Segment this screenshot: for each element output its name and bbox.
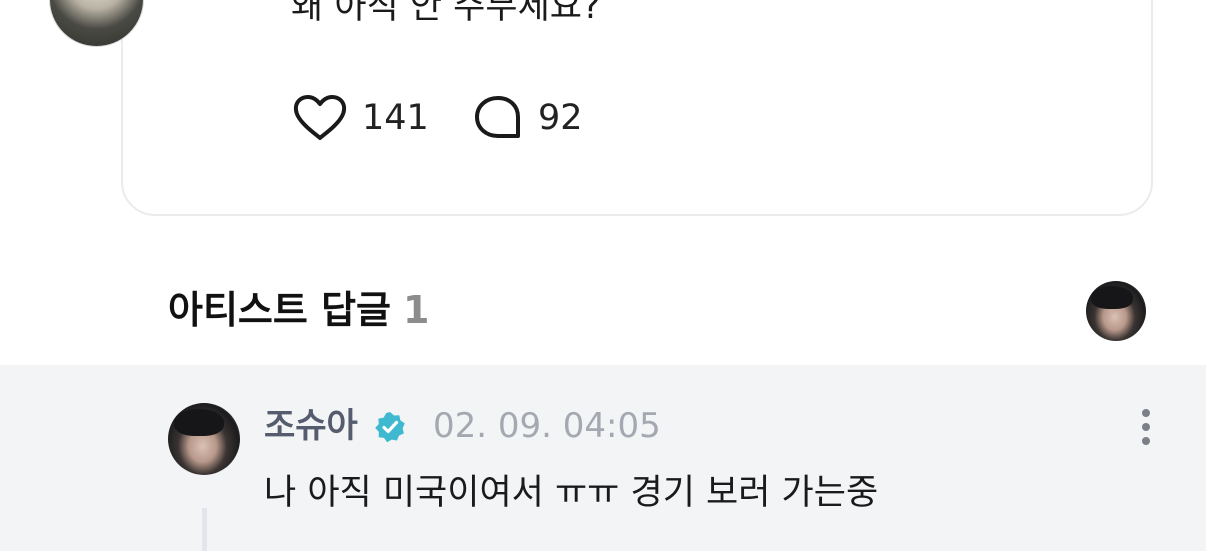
- artist-avatar[interactable]: [1086, 281, 1146, 341]
- like-count: 141: [362, 98, 429, 138]
- reply-author-name[interactable]: 조슈아: [264, 401, 358, 451]
- artist-replies-title: 아티스트 답글: [168, 288, 391, 332]
- heart-icon: [293, 95, 347, 140]
- artist-reply-item: 조슈아 02. 09. 04:05 나 아직 미국이여서 ㅠㅠ 경기 보러 가는…: [0, 365, 1206, 551]
- reply-author-avatar[interactable]: [168, 403, 240, 475]
- comment-count: 92: [538, 98, 583, 138]
- artist-replies-count: 1: [403, 288, 430, 332]
- thread-connector-line: [202, 508, 207, 551]
- artist-replies-heading: 아티스트 답글 1: [168, 283, 429, 337]
- more-options-button[interactable]: [1129, 405, 1163, 449]
- like-button[interactable]: 141: [292, 90, 429, 146]
- post-card: 왜 아직 안 주무세요? 141 92: [121, 0, 1153, 216]
- post-text: 왜 아직 안 주무세요?: [291, 0, 601, 27]
- speech-bubble-icon: [475, 96, 520, 138]
- reply-timestamp: 02. 09. 04:05: [433, 406, 661, 446]
- verified-badge-icon: [375, 412, 405, 443]
- comment-button[interactable]: 92: [472, 90, 583, 146]
- reply-text: 나 아직 미국이여서 ㅠㅠ 경기 보러 가는중: [264, 473, 879, 513]
